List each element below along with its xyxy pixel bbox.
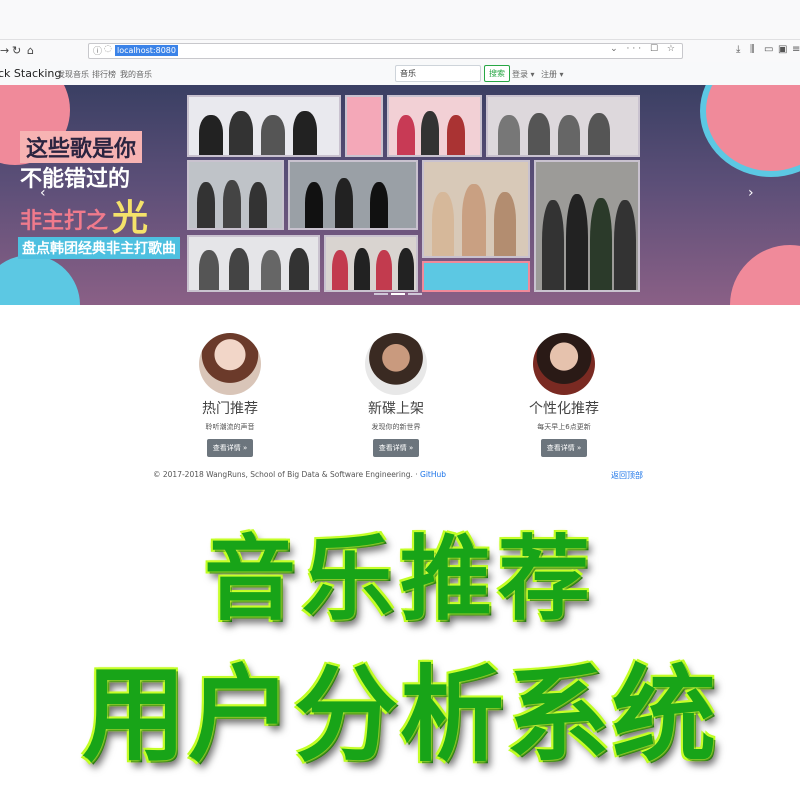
group-photo [422, 261, 530, 292]
feature-desc: 聆听潮流的声音 [205, 423, 255, 431]
nav-my-music[interactable]: 我的音乐 [120, 69, 152, 80]
reload-icon[interactable]: ↻ [12, 44, 21, 57]
carousel-prev-icon[interactable]: ‹ [40, 185, 46, 201]
planet-decoration [0, 255, 80, 305]
group-photo [288, 160, 418, 230]
search-input[interactable]: 音乐 [395, 65, 481, 82]
group-photo [187, 95, 341, 157]
library-icon[interactable]: ⫼ [750, 44, 755, 55]
feature-desc: 发现你的新世界 [371, 423, 421, 431]
caret-down-icon: ▾ [530, 70, 535, 79]
group-photo [345, 95, 383, 157]
banner-carousel[interactable]: 这些歌是你 不能错过的 非主打之 光 盘点韩团经典非主打歌曲 ‹ › [0, 85, 800, 305]
nav-charts[interactable]: 排行榜 [92, 69, 116, 80]
copyright-text: © 2017-2018 WangRuns, School of Big Data… [153, 470, 421, 479]
group-photo [187, 160, 284, 230]
register-dropdown[interactable]: 注册 ▾ [541, 69, 564, 80]
github-link[interactable]: GitHub [420, 470, 446, 479]
overlay-title-line-1: 音乐推荐 [203, 526, 596, 633]
register-label: 注册 [541, 70, 557, 79]
nav-discover-music[interactable]: 发现音乐 [57, 69, 89, 80]
reader-icon[interactable]: ▣ [778, 44, 787, 55]
carousel-indicator[interactable] [374, 293, 388, 295]
feature-title: 热门推荐 [202, 401, 258, 417]
url-actions[interactable]: ⌄ ··· ☐ ☆ [610, 44, 678, 54]
banner-line-3-highlight: 光 [112, 198, 149, 239]
feature-desc: 每天早上6点更新 [537, 423, 591, 431]
sidebar-icon[interactable]: ▭ [764, 44, 773, 55]
group-photo [187, 235, 320, 292]
login-dropdown[interactable]: 登录 ▾ [512, 69, 535, 80]
group-photo [387, 95, 482, 157]
avatar [365, 333, 427, 395]
home-icon[interactable]: ⌂ [27, 44, 34, 57]
back-to-top-link[interactable]: 返回顶部 [611, 470, 643, 481]
caret-down-icon: ▾ [559, 70, 564, 79]
avatar [533, 333, 595, 395]
group-photo [486, 95, 640, 157]
feature-personalized: 个性化推荐 每天早上6点更新 查看详情 » [494, 333, 634, 457]
planet-decoration [700, 85, 800, 177]
site-brand[interactable]: ck Stacking [0, 67, 61, 80]
carousel-indicator[interactable] [408, 293, 422, 295]
view-details-button[interactable]: 查看详情 » [206, 439, 254, 457]
login-label: 登录 [512, 70, 528, 79]
footer-copyright: © 2017-2018 WangRuns, School of Big Data… [153, 470, 446, 479]
banner-line-3: 非主打之 [20, 209, 109, 234]
carousel-indicator-active[interactable] [391, 293, 405, 295]
address-bar[interactable]: ⓘ ◌ localhost:8080 ⌄ ··· ☐ ☆ [88, 43, 683, 59]
forward-icon[interactable]: → [0, 44, 9, 57]
feature-hot: 热门推荐 聆听潮流的声音 查看详情 » [160, 333, 300, 457]
group-photo [534, 160, 640, 292]
view-details-button[interactable]: 查看详情 » [540, 439, 588, 457]
search-button[interactable]: 搜索 [484, 65, 510, 82]
menu-icon[interactable]: ≡ [792, 44, 800, 55]
info-icon[interactable]: ⓘ [93, 44, 102, 57]
overlay-title-line-2: 用户分析系统 [81, 654, 718, 776]
carousel-next-icon[interactable]: › [748, 185, 754, 201]
search-input-value: 音乐 [400, 69, 416, 78]
view-details-button[interactable]: 查看详情 » [372, 439, 420, 457]
banner-line-4: 盘点韩团经典非主打歌曲 [18, 237, 180, 259]
tab-strip-divider [0, 39, 800, 40]
site-navbar: ck Stacking 发现音乐 排行榜 我的音乐 音乐 搜索 登录 ▾ 注册 … [0, 62, 800, 85]
feature-title: 新碟上架 [368, 401, 424, 417]
planet-decoration [730, 245, 800, 305]
group-photo [422, 160, 530, 258]
group-photo [324, 235, 418, 292]
banner-line-1: 这些歌是你 [20, 131, 143, 163]
avatar [199, 333, 261, 395]
feature-title: 个性化推荐 [529, 401, 599, 417]
page-icon: ◌ [104, 44, 112, 54]
feature-new-albums: 新碟上架 发现你的新世界 查看详情 » [326, 333, 466, 457]
browser-chrome: → ↻ ⌂ ⓘ ◌ localhost:8080 ⌄ ··· ☐ ☆ ⤓ ⫼ ▭… [0, 0, 800, 63]
download-icon[interactable]: ⤓ [736, 44, 740, 55]
url-text[interactable]: localhost:8080 [115, 45, 178, 56]
